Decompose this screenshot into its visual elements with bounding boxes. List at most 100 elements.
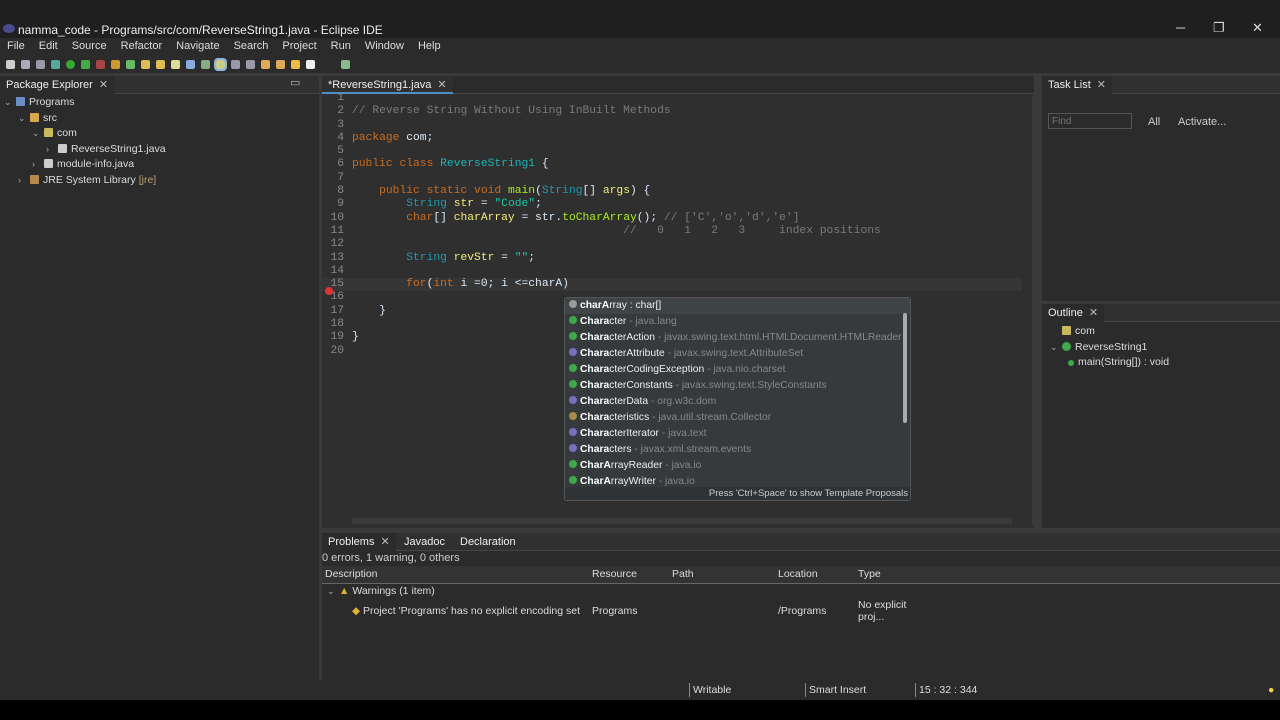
coverage-icon[interactable]: [81, 59, 90, 69]
chevron-right-icon[interactable]: ›: [32, 157, 44, 173]
tab-problems[interactable]: Problems ✕: [322, 533, 396, 551]
open-type-icon[interactable]: [141, 59, 150, 69]
code-line[interactable]: 8 public static void main(String[] args)…: [322, 185, 1022, 198]
task-filter-all-link[interactable]: All: [1148, 116, 1160, 128]
proposal-item[interactable]: Characters - javax.xml.stream.events: [565, 442, 910, 458]
chevron-down-icon[interactable]: ⌄: [18, 111, 30, 127]
mark-occurrences-icon[interactable]: [214, 57, 227, 71]
outline-item-method[interactable]: main(String[]) : void: [1050, 355, 1169, 371]
error-marker-icon[interactable]: [325, 287, 333, 295]
code-line[interactable]: 11 // 0 1 2 3 index positions: [322, 225, 1022, 238]
code-line[interactable]: 7: [322, 172, 1022, 185]
menu-window[interactable]: Window: [358, 38, 411, 55]
forward-icon[interactable]: [306, 59, 315, 69]
proposal-item[interactable]: CharacterCodingException - java.nio.char…: [565, 362, 910, 378]
external-tools-icon[interactable]: [96, 59, 105, 69]
tab-task-list[interactable]: Task List ✕: [1042, 76, 1113, 94]
horizontal-scrollbar[interactable]: [352, 518, 1012, 524]
code-line[interactable]: 9 String str = "Code";: [322, 198, 1022, 211]
new-icon[interactable]: [6, 59, 15, 69]
proposal-item[interactable]: charArray : char[]: [565, 298, 910, 314]
task-find-input[interactable]: [1048, 113, 1132, 129]
code-line[interactable]: 13 String revStr = "";: [322, 252, 1022, 265]
minimize-button[interactable]: ─: [1176, 20, 1185, 35]
toggle-breadcrumb-icon[interactable]: [201, 59, 210, 69]
code-line[interactable]: 10 char[] charArray = str.toCharArray();…: [322, 212, 1022, 225]
previous-annotation-icon[interactable]: [276, 59, 285, 69]
menu-file[interactable]: File: [0, 38, 32, 55]
proposal-item[interactable]: CharacterAction - javax.swing.text.html.…: [565, 330, 910, 346]
code-line[interactable]: 12: [322, 238, 1022, 251]
tab-javadoc[interactable]: Javadoc: [398, 533, 451, 551]
column-path[interactable]: Path: [669, 566, 775, 583]
close-icon[interactable]: ✕: [380, 536, 389, 548]
code-line[interactable]: 2 // Reverse String Without Using InBuilt…: [322, 105, 1022, 118]
debug-icon[interactable]: [51, 59, 60, 69]
proposal-item[interactable]: CharacterIterator - java.text: [565, 426, 910, 442]
menu-navigate[interactable]: Navigate: [169, 38, 226, 55]
back-icon[interactable]: [291, 59, 300, 69]
proposal-item[interactable]: Characteristics - java.util.stream.Colle…: [565, 410, 910, 426]
save-icon[interactable]: [21, 59, 30, 69]
tab-declaration[interactable]: Declaration: [454, 533, 522, 551]
chevron-right-icon[interactable]: ›: [46, 142, 58, 158]
outline-item-package[interactable]: com: [1050, 324, 1169, 340]
menu-project[interactable]: Project: [275, 38, 323, 55]
tip-lightbulb-icon[interactable]: ●: [1268, 684, 1274, 696]
open-task-icon[interactable]: [156, 59, 165, 69]
close-icon[interactable]: ✕: [1097, 79, 1106, 91]
warning-group-row[interactable]: ⌄ ▲ Warnings (1 item): [322, 583, 1280, 599]
menu-search[interactable]: Search: [227, 38, 276, 55]
code-line[interactable]: 4 package com;: [322, 132, 1022, 145]
menu-run[interactable]: Run: [324, 38, 358, 55]
menu-source[interactable]: Source: [65, 38, 114, 55]
column-type[interactable]: Type: [855, 566, 935, 583]
code-line[interactable]: 6 public class ReverseString1 {: [322, 158, 1022, 171]
menu-refactor[interactable]: Refactor: [114, 38, 170, 55]
tree-item[interactable]: ⌄ com: [4, 126, 166, 142]
outline-item-class[interactable]: ⌄ ReverseString1: [1050, 340, 1169, 356]
tree-item[interactable]: › module-info.java: [4, 157, 166, 173]
save-all-icon[interactable]: [36, 59, 45, 69]
close-icon[interactable]: ✕: [99, 79, 108, 91]
tree-item[interactable]: ⌄ src: [4, 111, 166, 127]
column-location[interactable]: Location: [775, 566, 855, 583]
new-class-icon[interactable]: [126, 59, 135, 69]
new-java-project-icon[interactable]: [111, 59, 120, 69]
menu-help[interactable]: Help: [411, 38, 448, 55]
column-description[interactable]: Description: [322, 566, 589, 583]
chevron-down-icon[interactable]: ⌄: [4, 95, 16, 111]
proposal-item[interactable]: Character - java.lang: [565, 314, 910, 330]
code-line[interactable]: 14: [322, 265, 1022, 278]
menu-edit[interactable]: Edit: [32, 38, 65, 55]
proposal-item[interactable]: CharArrayReader - java.io: [565, 458, 910, 474]
chevron-down-icon[interactable]: ⌄: [32, 126, 44, 142]
tree-item[interactable]: ⌄ Programs: [4, 95, 166, 111]
code-line[interactable]: 1: [322, 92, 1022, 105]
column-resource[interactable]: Resource: [589, 566, 669, 583]
tree-item[interactable]: › ReverseString1.java: [4, 142, 166, 158]
popup-scrollbar[interactable]: [903, 313, 907, 423]
next-annotation-icon[interactable]: [261, 59, 270, 69]
proposal-item[interactable]: CharacterData - org.w3c.dom: [565, 394, 910, 410]
chevron-right-icon[interactable]: ›: [18, 173, 30, 189]
perspective-icon[interactable]: [341, 59, 350, 69]
word-wrap-icon[interactable]: [246, 59, 255, 69]
restore-button[interactable]: ❐: [1213, 20, 1225, 36]
vertical-scrollbar[interactable]: [1032, 96, 1036, 526]
table-row[interactable]: ◆ Project 'Programs' has no explicit enc…: [322, 599, 1280, 623]
proposal-item[interactable]: CharacterConstants - javax.swing.text.St…: [565, 378, 910, 394]
proposal-item[interactable]: CharacterAttribute - javax.swing.text.At…: [565, 346, 910, 362]
search-icon[interactable]: [171, 59, 180, 69]
close-icon[interactable]: ✕: [437, 79, 446, 91]
tree-item[interactable]: › JRE System Library [jre]: [4, 173, 166, 189]
task-activate-link[interactable]: Activate...: [1178, 116, 1226, 128]
run-icon[interactable]: [66, 59, 75, 69]
code-line[interactable]: 3: [322, 119, 1022, 132]
tab-package-explorer[interactable]: Package Explorer ✕: [0, 76, 115, 94]
terminal-icon[interactable]: [186, 59, 195, 69]
close-button[interactable]: ✕: [1252, 20, 1263, 36]
code-line[interactable]: 5: [322, 145, 1022, 158]
tab-outline[interactable]: Outline ✕: [1042, 304, 1105, 322]
close-icon[interactable]: ✕: [1089, 307, 1098, 319]
